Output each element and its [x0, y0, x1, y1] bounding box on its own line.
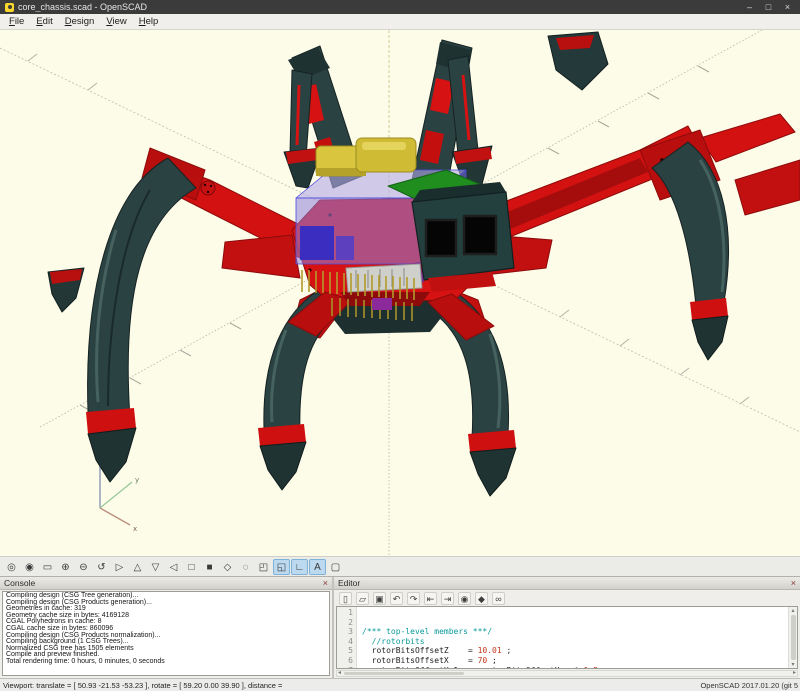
code-line: rotorBitsOffsetZ = 10.01 ;	[362, 646, 788, 656]
title-bar: core_chassis.scad - OpenSCAD – □ ×	[0, 0, 800, 14]
reset-view-icon[interactable]: ↺	[93, 559, 110, 575]
scroll-left-icon[interactable]: ◂	[337, 671, 342, 676]
console-panel: Console × Compiling design (CSG Tree gen…	[0, 577, 334, 678]
line-number: 7	[337, 666, 353, 669]
line-number: 6	[337, 656, 353, 666]
view-left-icon[interactable]: ◁	[165, 559, 182, 575]
view-bottom-icon[interactable]: ▽	[147, 559, 164, 575]
indent-icon[interactable]: ⇥	[441, 592, 454, 605]
line-number-gutter: 123456789	[337, 607, 357, 668]
editor-vertical-scrollbar[interactable]: ▴ ▾	[788, 607, 797, 668]
code-area[interactable]: /*** top-level members ***/ //rotorbits …	[357, 607, 788, 668]
show-edges-icon[interactable]: ▢	[327, 559, 344, 575]
version-text: OpenSCAD 2017.01.20 (git 5	[700, 681, 798, 690]
scroll-up-icon[interactable]: ▴	[791, 607, 794, 614]
show-axes-icon[interactable]: ∟	[291, 559, 308, 575]
zoom-in-icon[interactable]: ⊕	[57, 559, 74, 575]
orthogonal-icon[interactable]: ◱	[273, 559, 290, 575]
view-center-icon[interactable]: ◌	[237, 559, 254, 575]
axis-x-label: x	[133, 525, 137, 533]
code-editor[interactable]: 123456789 /*** top-level members ***/ //…	[336, 606, 798, 669]
scroll-right-icon[interactable]: ▸	[792, 671, 797, 676]
line-number: 1	[337, 608, 353, 618]
view-right-icon[interactable]: ▷	[111, 559, 128, 575]
line-number: 3	[337, 627, 353, 637]
maximize-button[interactable]: □	[761, 0, 776, 14]
redo-icon[interactable]: ↷	[407, 592, 420, 605]
render-icon[interactable]: ◆	[475, 592, 488, 605]
editor-panel: Editor × ▯ ▱ ▣ ↶ ↷ ⇤ ⇥ ◉ ◆ ∞ 123456789 /*** top-l…	[334, 577, 800, 678]
console-line: Total rendering time: 0 hours, 0 minutes…	[6, 659, 326, 666]
editor-close-icon[interactable]: ×	[791, 578, 796, 588]
menu-design[interactable]: Design	[59, 15, 101, 28]
unindent-icon[interactable]: ⇤	[424, 592, 437, 605]
view-all-icon[interactable]: ▭	[39, 559, 56, 575]
highlight-errors-icon[interactable]: ∞	[492, 592, 505, 605]
editor-horizontal-scrollbar[interactable]: ◂ ▸	[336, 670, 798, 677]
console-output[interactable]: Compiling design (CSG Tree generation)..…	[2, 591, 330, 676]
viewport-toolbar: ◎◉▭⊕⊖↺▷△▽◁□■◇◌◰◱∟A▢	[0, 556, 800, 576]
preview-icon[interactable]: ◎	[3, 559, 20, 575]
view-top-icon[interactable]: △	[129, 559, 146, 575]
menu-view[interactable]: View	[100, 15, 132, 28]
show-scale-markers-icon[interactable]: A	[309, 559, 326, 575]
menu-bar: File Edit Design View Help	[0, 14, 800, 30]
line-number: 2	[337, 618, 353, 628]
3d-viewport[interactable]: z y x	[0, 30, 800, 556]
close-button[interactable]: ×	[780, 0, 795, 14]
menu-edit[interactable]: Edit	[30, 15, 58, 28]
axis-y-label: y	[135, 476, 139, 484]
hexapod-model	[48, 32, 800, 496]
openscad-window: core_chassis.scad - OpenSCAD – □ × File …	[0, 0, 800, 691]
code-line: rotorBitsOffsetX = 70 ;	[362, 656, 788, 666]
console-close-icon[interactable]: ×	[323, 578, 328, 588]
editor-title: Editor	[338, 578, 360, 588]
line-number: 5	[337, 646, 353, 656]
open-icon[interactable]: ▱	[356, 592, 369, 605]
code-line: rotorBitsOffsetX_1 = rotorBitsOffsetX * …	[362, 666, 788, 668]
vscroll-thumb[interactable]	[791, 615, 796, 660]
undo-icon[interactable]: ↶	[390, 592, 403, 605]
render-icon[interactable]: ◉	[21, 559, 38, 575]
hexapod-3d-render: z y x	[0, 30, 800, 556]
openscad-logo-icon	[5, 3, 14, 12]
editor-header: Editor ×	[334, 577, 800, 590]
viewport-status-text: Viewport: translate = [ 50.93 -21.53 -53…	[3, 681, 282, 690]
bottom-panels: Console × Compiling design (CSG Tree gen…	[0, 576, 800, 678]
new-file-icon[interactable]: ▯	[339, 592, 352, 605]
code-line	[362, 618, 788, 628]
console-header: Console ×	[0, 577, 332, 590]
preview-icon[interactable]: ◉	[458, 592, 471, 605]
console-title: Console	[4, 578, 35, 588]
minimize-button[interactable]: –	[742, 0, 757, 14]
code-line: /*** top-level members ***/	[362, 627, 788, 637]
view-back-icon[interactable]: ■	[201, 559, 218, 575]
menu-file[interactable]: File	[3, 15, 30, 28]
claw-top-right	[548, 32, 608, 90]
perspective-icon[interactable]: ◰	[255, 559, 272, 575]
status-bar: Viewport: translate = [ 50.93 -21.53 -53…	[0, 678, 800, 691]
save-icon[interactable]: ▣	[373, 592, 386, 605]
code-line: //rotorbits	[362, 637, 788, 647]
line-number: 4	[337, 637, 353, 647]
editor-toolbar: ▯ ▱ ▣ ↶ ↷ ⇤ ⇥ ◉ ◆ ∞	[334, 590, 800, 606]
code-line	[362, 608, 788, 618]
scroll-down-icon[interactable]: ▾	[791, 661, 794, 668]
window-title: core_chassis.scad - OpenSCAD	[18, 2, 738, 12]
view-front-icon[interactable]: □	[183, 559, 200, 575]
menu-help[interactable]: Help	[133, 15, 165, 28]
zoom-out-icon[interactable]: ⊖	[75, 559, 92, 575]
hscroll-thumb[interactable]	[344, 672, 464, 675]
leg-rear-right	[412, 40, 492, 192]
view-diagonal-icon[interactable]: ◇	[219, 559, 236, 575]
